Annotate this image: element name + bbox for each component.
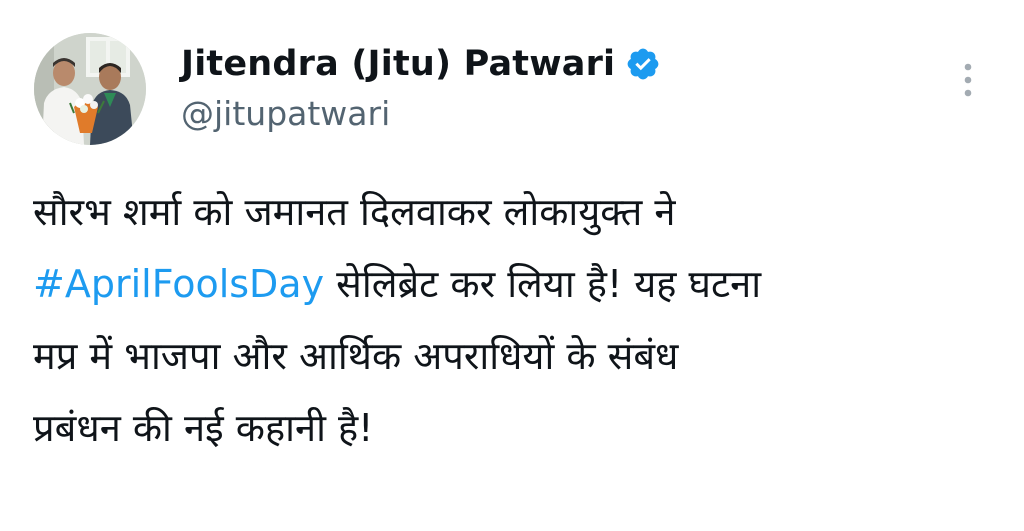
hashtag-link[interactable]: #AprilFoolsDay (33, 262, 324, 306)
name-row: Jitendra (Jitu) Patwari (181, 40, 661, 88)
tweet-line: मप्र में भाजपा और आर्थिक अपराधियों के सं… (33, 334, 679, 378)
tweet-line: सौरभ शर्मा को जमानत दिलवाकर लोकायुक्त ने (33, 190, 676, 234)
avatar[interactable] (34, 33, 146, 145)
tweet-text: सौरभ शर्मा को जमानत दिलवाकर लोकायुक्त ने… (33, 176, 993, 464)
profile-photo (34, 33, 146, 145)
tweet-card: Jitendra (Jitu) Patwari @jitupatwari सौर… (0, 0, 1024, 531)
more-vertical-icon (964, 63, 972, 97)
tweet-line: प्रबंधन की नई कहानी है! (33, 406, 374, 450)
more-options-button[interactable] (950, 58, 986, 102)
display-name[interactable]: Jitendra (Jitu) Patwari (181, 44, 615, 84)
tweet-line: #AprilFoolsDay सेलिब्रेट कर लिया है! यह … (33, 248, 993, 320)
author-info: Jitendra (Jitu) Patwari @jitupatwari (181, 40, 661, 133)
handle[interactable]: @jitupatwari (181, 94, 661, 133)
verified-badge-icon[interactable] (625, 46, 661, 82)
tweet-line-text: सेलिब्रेट कर लिया है! यह घटना (324, 262, 762, 306)
